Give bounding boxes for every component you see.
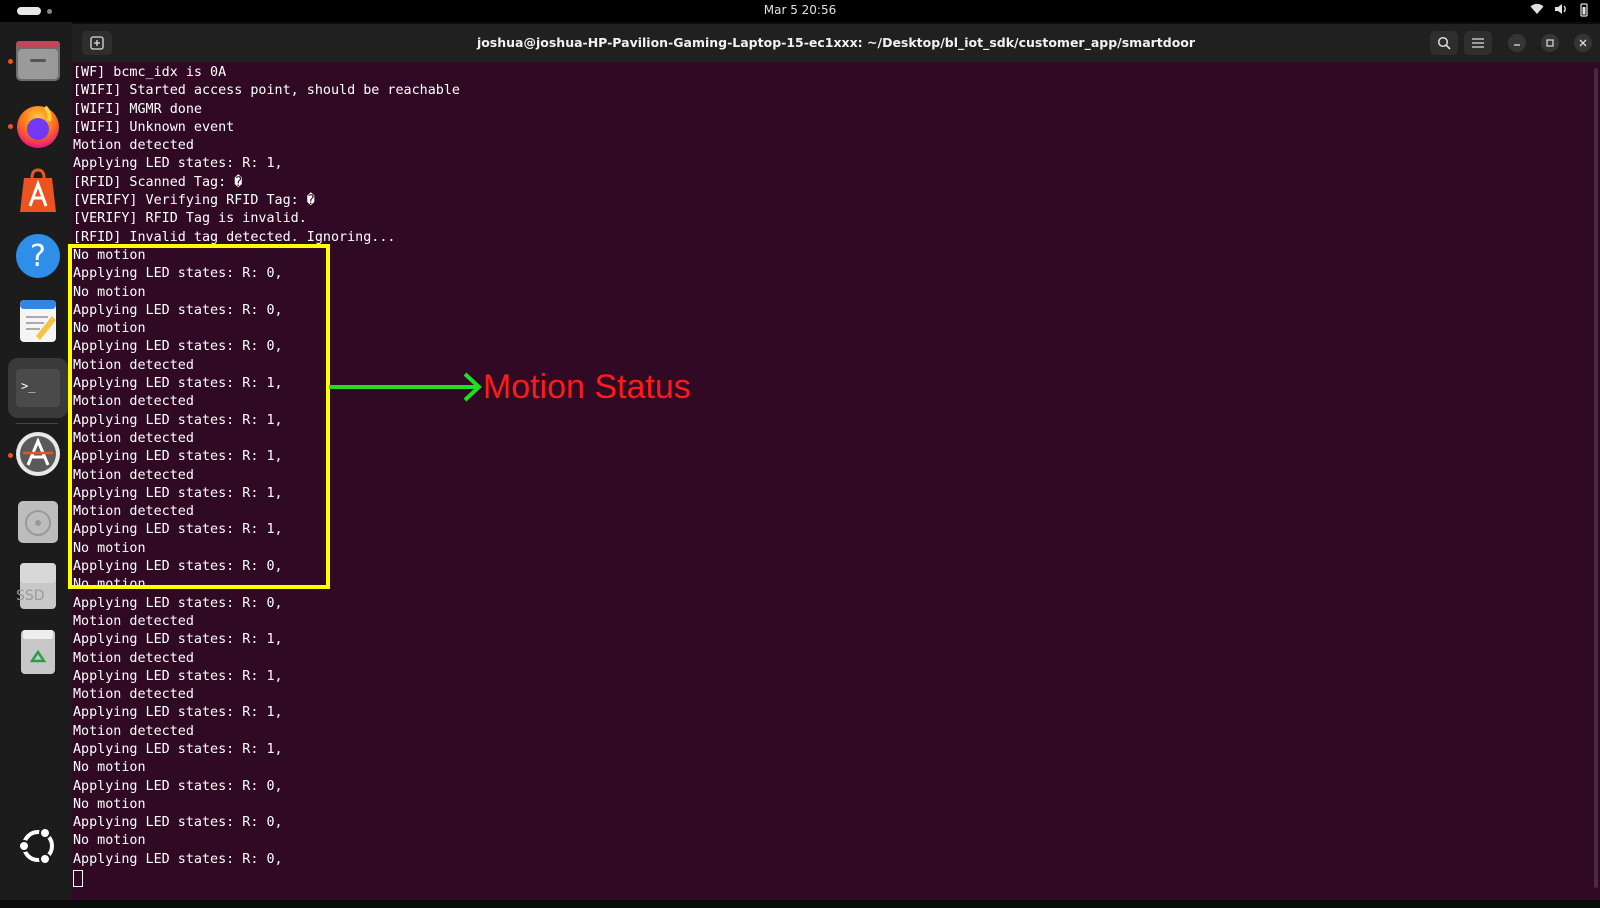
dock-help[interactable]: ?: [14, 232, 62, 280]
battery-icon: [1578, 3, 1590, 20]
terminal-line: Applying LED states: R: 1,: [73, 741, 283, 757]
menu-button[interactable]: [1464, 31, 1492, 55]
dock-show-apps[interactable]: [14, 822, 62, 870]
terminal-line: Applying LED states: R: 0,: [73, 778, 283, 794]
terminal-line: [WF] bcmc_idx is 0A: [73, 65, 227, 80]
terminal-line: Motion detected: [73, 650, 194, 666]
terminal-line: Motion detected: [73, 138, 194, 154]
terminal-line: [WIFI] Started access point, should be r…: [73, 83, 460, 99]
svg-text:?: ?: [30, 239, 46, 274]
terminal-line: [RFID] Scanned Tag: �: [73, 174, 243, 190]
annotation-label: Motion Status: [483, 368, 691, 406]
running-indicator: [8, 124, 13, 129]
app-center-icon: [20, 168, 56, 212]
dock-files[interactable]: [14, 37, 62, 85]
search-icon: [1437, 36, 1451, 50]
dock-disc[interactable]: [14, 498, 62, 546]
dock-ssd[interactable]: SSD: [14, 562, 62, 610]
top-bar: Mar 5 20:56: [0, 0, 1600, 22]
volume-icon: [1554, 3, 1568, 20]
terminal-line: [WIFI] MGMR done: [73, 101, 202, 117]
folder-icon: [16, 41, 60, 81]
dock-software-updater[interactable]: [14, 430, 62, 478]
title-bar[interactable]: joshua@joshua-HP-Pavilion-Gaming-Laptop-…: [72, 24, 1600, 62]
terminal-line: Applying LED states: R: 1,: [73, 632, 283, 648]
terminal-line: [VERIFY] RFID Tag is invalid.: [73, 211, 307, 227]
help-icon: ?: [16, 234, 60, 278]
ubuntu-logo-icon: [18, 827, 54, 865]
annotation-arrow: [329, 372, 482, 402]
ssd-label: SSD: [16, 588, 45, 604]
running-indicator: [8, 59, 13, 64]
terminal-line: Applying LED states: R: 1,: [73, 156, 283, 172]
terminal-line: No motion: [73, 833, 146, 849]
terminal-line: [VERIFY] Verifying RFID Tag: �: [73, 193, 315, 209]
text-editor-icon: [20, 300, 56, 342]
svg-text:>_: >_: [21, 379, 36, 393]
motion-highlight-box: [68, 244, 330, 589]
terminal-icon: >_: [16, 369, 60, 407]
terminal-line: Applying LED states: R: 0,: [73, 595, 283, 611]
search-button[interactable]: [1430, 31, 1458, 55]
running-indicator: [8, 453, 13, 458]
system-tray[interactable]: [1530, 3, 1590, 20]
terminal-cursor: [73, 870, 83, 888]
firefox-icon: [17, 105, 59, 148]
terminal-line: Motion detected: [73, 723, 194, 739]
close-icon: [1579, 39, 1587, 47]
maximize-icon: [1546, 39, 1554, 47]
updater-icon: [16, 432, 60, 476]
minimize-icon: [1514, 44, 1520, 46]
scrollbar[interactable]: [1594, 68, 1598, 888]
terminal-line: Applying LED states: R: 1,: [73, 705, 283, 721]
dock-terminal[interactable]: >_: [8, 358, 68, 418]
minimize-button[interactable]: [1508, 34, 1526, 52]
dock-trash[interactable]: [14, 627, 62, 675]
dock-separator: [16, 423, 58, 424]
disc-icon: [18, 501, 58, 543]
dock-text-editor[interactable]: [14, 297, 62, 345]
terminal-line: No motion: [73, 760, 146, 776]
dock-app-center[interactable]: [14, 167, 62, 215]
terminal-line: No motion: [73, 796, 146, 812]
terminal-line: [WIFI] Unknown event: [73, 119, 235, 135]
trash-icon: [21, 630, 55, 674]
dock: ? >_ SSD: [0, 22, 72, 900]
terminal-line: Applying LED states: R: 0,: [73, 851, 283, 867]
terminal-line: Motion detected: [73, 687, 194, 703]
close-button[interactable]: [1574, 34, 1592, 52]
menu-icon: [1472, 38, 1484, 48]
terminal-line: Applying LED states: R: 1,: [73, 668, 283, 684]
terminal-line: Motion detected: [73, 613, 194, 629]
window-title: joshua@joshua-HP-Pavilion-Gaming-Laptop-…: [476, 35, 1196, 50]
clock[interactable]: Mar 5 20:56: [0, 3, 1600, 17]
terminal-line: Applying LED states: R: 0,: [73, 815, 283, 831]
terminal-prompt[interactable]: [73, 869, 1593, 888]
maximize-button[interactable]: [1541, 34, 1559, 52]
dock-firefox[interactable]: [14, 102, 62, 150]
wifi-icon: [1530, 3, 1544, 20]
